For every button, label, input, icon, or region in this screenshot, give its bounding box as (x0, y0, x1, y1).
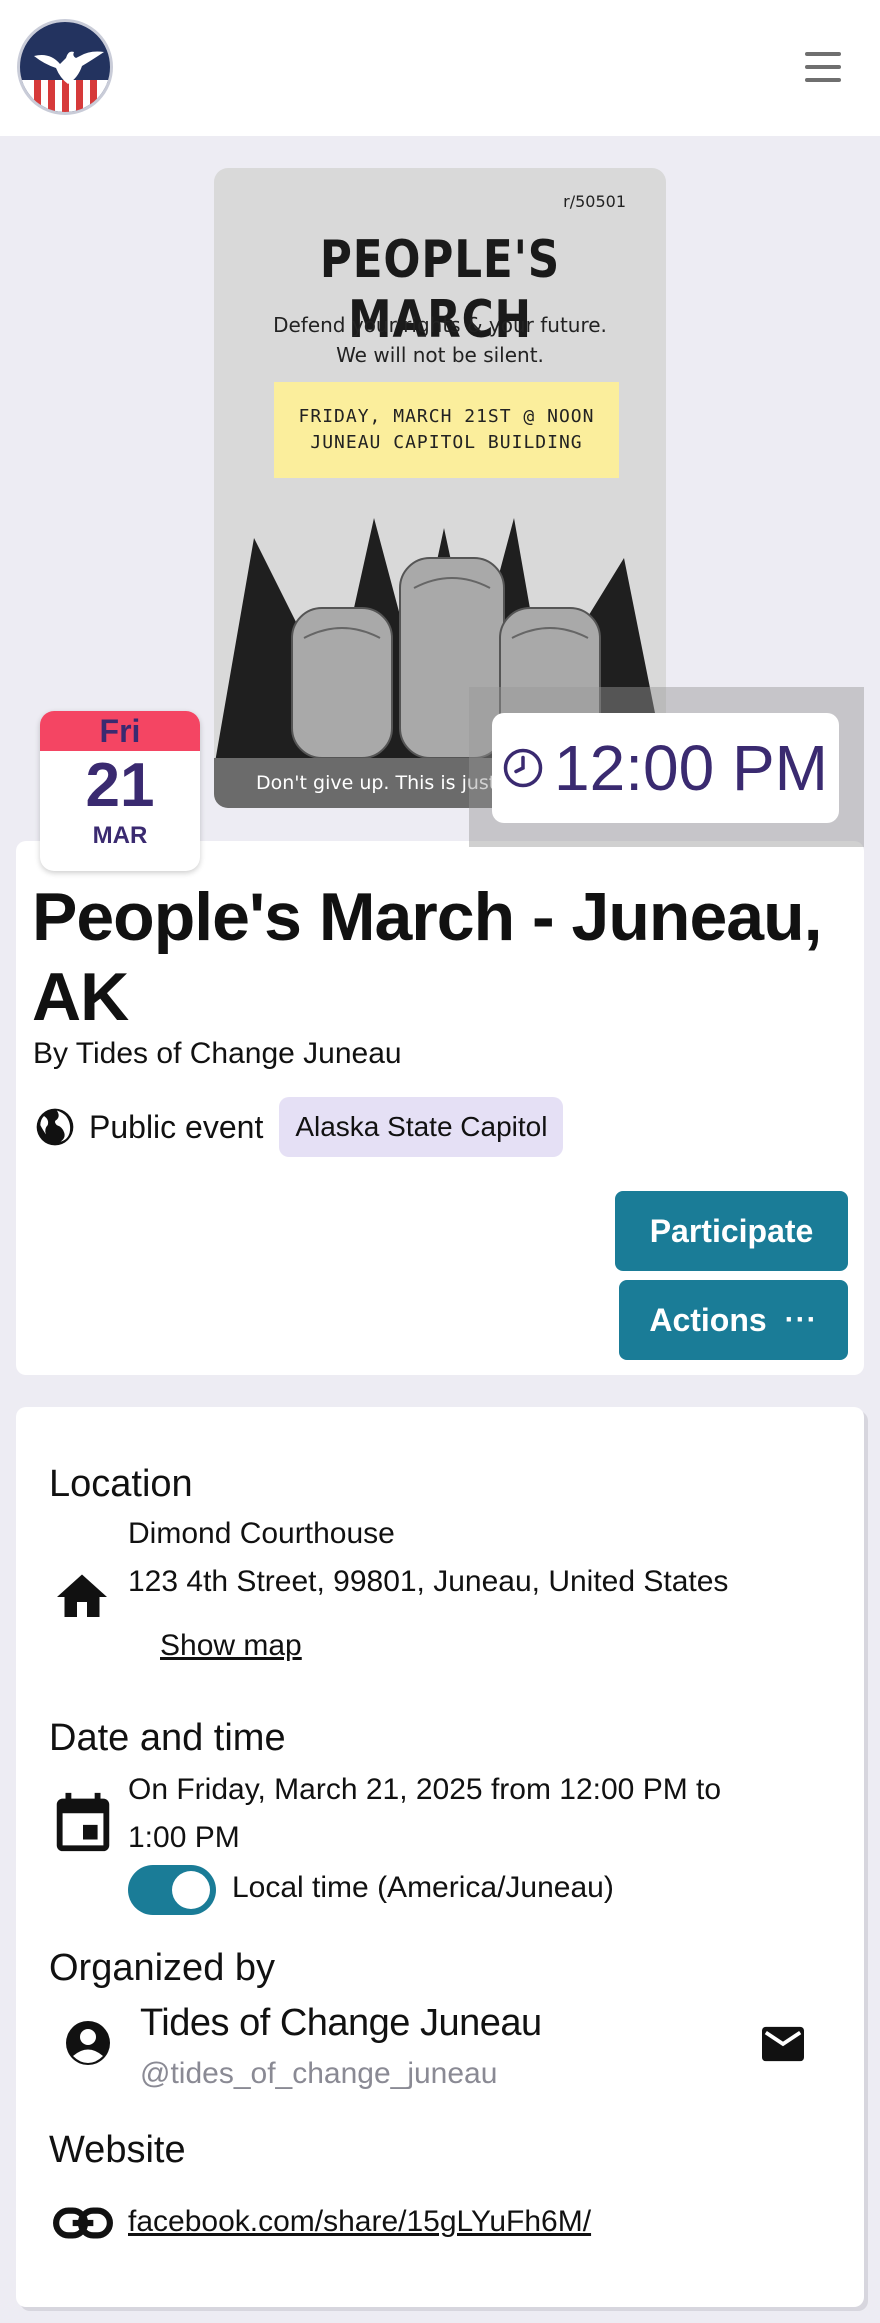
event-visibility: Public event Alaska State Capitol (33, 1097, 564, 1157)
poster-note-line-1: FRIDAY, MARCH 21ST @ NOON (298, 406, 595, 427)
actions-button-label: Actions (649, 1301, 767, 1338)
participate-button[interactable]: Participate (615, 1191, 848, 1271)
date-badge-day: 21 (85, 751, 155, 820)
email-icon[interactable] (760, 2023, 806, 2065)
organizer-heading: Organized by (49, 1947, 276, 1989)
location-address: 123 4th Street, 99801, Juneau, United St… (128, 1565, 729, 1598)
hamburger-menu-icon[interactable] (805, 52, 841, 82)
more-dots-icon: ··· (784, 1303, 818, 1336)
event-title: People's March - Juneau, AK (32, 879, 823, 1035)
website-heading: Website (49, 2129, 186, 2171)
top-bar (0, 0, 880, 136)
show-map-link[interactable]: Show map (160, 1629, 302, 1663)
event-start-time: 12:00 PM (554, 732, 828, 804)
datetime-heading: Date and time (49, 1717, 286, 1759)
datetime-line-2: 1:00 PM (128, 1821, 240, 1854)
local-time-toggle[interactable] (128, 1865, 216, 1915)
globe-icon (36, 1108, 74, 1146)
actions-button[interactable]: Actions ··· (619, 1280, 848, 1360)
local-time-label: Local time (America/Juneau) (232, 1871, 614, 1904)
visibility-label: Public event (89, 1108, 264, 1145)
location-heading: Location (49, 1463, 193, 1505)
poster-tag: r/50501 (563, 192, 626, 211)
date-badge: Fri 21 MAR (40, 711, 200, 871)
poster-subtitle-line-2: We will not be silent. (336, 343, 544, 367)
poster-subtitle: Defend your rights & your future. We wil… (214, 310, 666, 370)
clock-icon (503, 748, 543, 788)
location-name: Dimond Courthouse (128, 1517, 395, 1550)
event-details-card: Location Dimond Courthouse 123 4th Stree… (16, 1407, 864, 2307)
date-badge-weekday: Fri (40, 711, 200, 751)
place-tag-chip[interactable]: Alaska State Capitol (279, 1097, 564, 1157)
calendar-icon (56, 1792, 110, 1852)
link-icon (53, 2207, 113, 2239)
website-link[interactable]: facebook.com/share/15gLYuFh6M/ (128, 2205, 591, 2239)
time-badge-overlay: 12:00 PM (469, 687, 864, 847)
organizer-name[interactable]: Tides of Change Juneau (140, 2002, 542, 2045)
local-time-toggle-knob (172, 1871, 210, 1909)
home-icon (57, 1574, 107, 1617)
poster-note: FRIDAY, MARCH 21ST @ NOON JUNEAU CAPITOL… (274, 382, 619, 478)
poster-note-line-2: JUNEAU CAPITOL BUILDING (310, 432, 583, 453)
time-badge: 12:00 PM (492, 713, 839, 823)
event-byline: By Tides of Change Juneau (33, 1037, 402, 1070)
organizer-handle: @tides_of_change_juneau (140, 2057, 498, 2090)
eagle-flag-logo-icon[interactable] (17, 19, 113, 115)
datetime-line-1: On Friday, March 21, 2025 from 12:00 PM … (128, 1773, 722, 1806)
account-circle-icon (66, 2021, 110, 2065)
event-summary-card: People's March - Juneau, AK By Tides of … (16, 841, 864, 1375)
date-badge-month: MAR (92, 822, 148, 849)
participate-button-label: Participate (649, 1212, 814, 1249)
poster-subtitle-line-1: Defend your rights & your future. (273, 313, 607, 337)
